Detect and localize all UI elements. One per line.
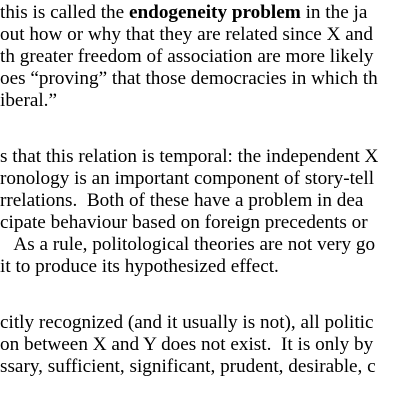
- text-segment: in the ja: [300, 2, 368, 23]
- text-line-3: th greater freedom of association are mo…: [0, 46, 374, 67]
- text-line-10: As a rule, politological theories are no…: [0, 234, 376, 255]
- text-line-4: oes “proving” that those democracies in …: [0, 68, 378, 89]
- text-line-6: s that this relation is temporal: the in…: [0, 146, 379, 167]
- text-line-5: iberal.”: [0, 90, 57, 111]
- text-line-14: ssary, sufficient, significant, prudent,…: [0, 356, 376, 377]
- text-line-1: this is called the endogeneity problem i…: [0, 2, 367, 24]
- text-line-11: it to produce its hypothesized effect.: [0, 256, 279, 277]
- text-line-9: cipate behaviour based on foreign preced…: [0, 212, 368, 233]
- bold-term-endogeneity-problem: endogeneity problem: [128, 2, 301, 23]
- text-line-12: citly recognized (and it usually is not)…: [0, 312, 374, 333]
- text-line-7: ronology is an important component of st…: [0, 168, 375, 189]
- document-page: this is called the endogeneity problem i…: [0, 0, 400, 400]
- text-segment: this is called the: [0, 2, 129, 23]
- text-line-8: rrelations. Both of these have a problem…: [0, 190, 364, 211]
- text-line-2: out how or why that they are related sin…: [0, 24, 373, 45]
- text-line-13: on between X and Y does not exist. It is…: [0, 334, 374, 355]
